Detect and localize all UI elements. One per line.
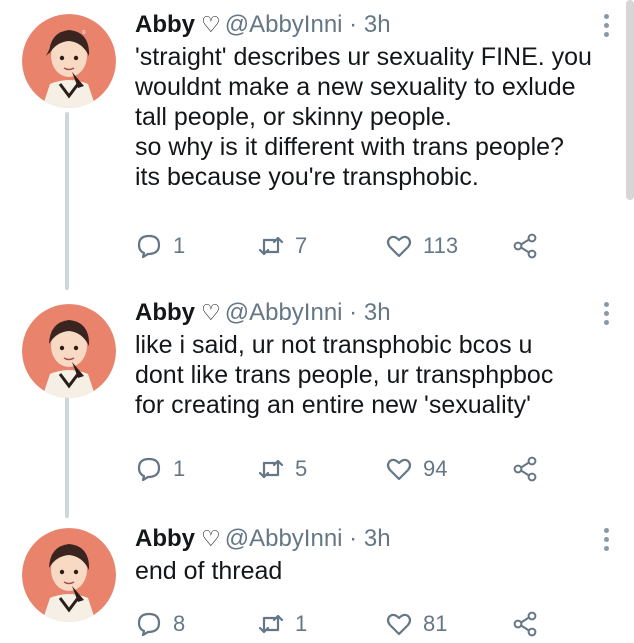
retweet-count: 1	[295, 611, 308, 636]
tweet-header: Abby ♡ @AbbyInni · 3h	[135, 298, 391, 328]
separator-dot: ·	[349, 525, 358, 552]
separator-dot: ·	[349, 299, 358, 326]
like-count: 81	[423, 611, 448, 636]
share-button[interactable]	[511, 455, 539, 488]
like-count: 94	[423, 456, 448, 481]
like-count: 113	[423, 233, 459, 258]
reply-count: 1	[173, 233, 186, 258]
avatar[interactable]	[22, 528, 116, 622]
retweet-button[interactable]: 7	[257, 232, 307, 260]
avatar-image: ©	[22, 14, 116, 108]
retweet-icon	[258, 236, 284, 256]
reply-button[interactable]: 8	[135, 610, 185, 638]
reply-count: 8	[173, 611, 186, 636]
share-icon	[513, 611, 537, 637]
more-vertical-icon[interactable]	[604, 14, 610, 41]
separator-dot: ·	[349, 11, 358, 38]
display-name[interactable]: Abby	[135, 11, 195, 38]
like-button[interactable]: 94	[385, 455, 447, 483]
timestamp[interactable]: 3h	[364, 525, 391, 552]
svg-text:©: ©	[82, 29, 86, 36]
username[interactable]: @AbbyInni	[225, 11, 343, 38]
reply-button[interactable]: 1	[135, 455, 185, 483]
share-icon	[513, 456, 537, 482]
tweet-text: like i said, ur not transphobic bcos u d…	[135, 331, 554, 419]
retweet-icon	[258, 459, 284, 479]
tweet-header: Abby ♡ @AbbyInni · 3h	[135, 10, 391, 40]
like-button[interactable]: 81	[385, 610, 447, 638]
reply-count: 1	[173, 456, 186, 481]
tweet[interactable]: Abby ♡ @AbbyInni · 3h end of thread 8 1 81	[0, 524, 634, 640]
retweet-button[interactable]: 1	[257, 610, 307, 638]
retweet-count: 5	[295, 456, 308, 481]
action-bar: 1 5 94	[135, 455, 615, 485]
like-icon	[386, 235, 412, 258]
username[interactable]: @AbbyInni	[225, 299, 343, 326]
reply-icon	[137, 457, 161, 482]
heart-outline-icon: ♡	[201, 526, 221, 551]
reply-button[interactable]: 1	[135, 232, 185, 260]
display-name[interactable]: Abby	[135, 299, 195, 326]
action-bar: 1 7 113	[135, 232, 615, 262]
share-button[interactable]	[511, 232, 539, 265]
like-icon	[386, 458, 412, 481]
like-button[interactable]: 113	[385, 232, 458, 260]
avatar-image	[22, 304, 116, 398]
retweet-count: 7	[295, 233, 308, 258]
reply-icon	[137, 234, 161, 259]
tweet-text: 'straight' describes ur sexuality FINE. …	[135, 43, 592, 191]
share-icon	[513, 233, 537, 259]
timestamp[interactable]: 3h	[364, 11, 391, 38]
share-button[interactable]	[511, 610, 539, 643]
like-icon	[386, 613, 412, 636]
heart-outline-icon: ♡	[201, 12, 221, 37]
reply-icon	[137, 612, 161, 637]
username[interactable]: @AbbyInni	[225, 525, 343, 552]
tweet-header: Abby ♡ @AbbyInni · 3h	[135, 524, 391, 554]
retweet-icon	[258, 614, 284, 634]
action-bar: 8 1 81	[135, 610, 615, 640]
heart-outline-icon: ♡	[201, 300, 221, 325]
avatar-image	[22, 528, 116, 622]
display-name[interactable]: Abby	[135, 525, 195, 552]
timestamp[interactable]: 3h	[364, 299, 391, 326]
avatar[interactable]	[22, 304, 116, 398]
more-vertical-icon[interactable]	[604, 302, 610, 329]
retweet-button[interactable]: 5	[257, 455, 307, 483]
avatar[interactable]: ©	[22, 14, 116, 108]
tweet[interactable]: © Abby ♡ @AbbyInni · 3h 'straight' describ…	[0, 10, 634, 282]
more-vertical-icon[interactable]	[604, 528, 610, 555]
tweet-text: end of thread	[135, 557, 283, 585]
tweet[interactable]: Abby ♡ @AbbyInni · 3h like i said, ur not …	[0, 298, 634, 500]
